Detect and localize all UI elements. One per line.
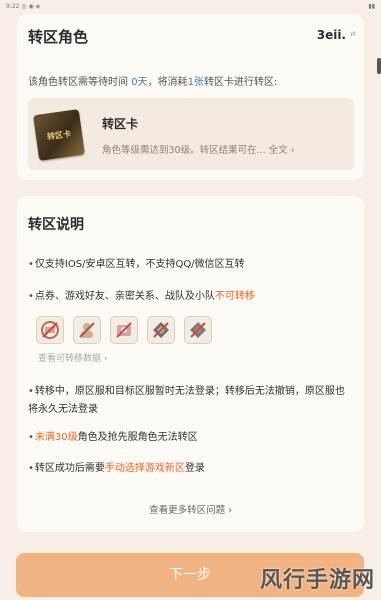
more-questions-link[interactable]: 查看更多转区问题 › — [17, 502, 364, 516]
transfer-notice: 该角色转区需等待时间 0天，将消耗1张转区卡进行转区: — [28, 73, 277, 88]
relation-icon — [110, 316, 138, 344]
rule-highlight: 手动选择游戏新区 — [104, 463, 185, 474]
notice-text: 该角色转区需等待时间 — [28, 77, 132, 88]
item-description[interactable]: 角色等级需达到30级。转区结果可在... 全文 › — [102, 142, 295, 156]
view-transferable-data-link[interactable]: 查看可转移数据 › — [38, 351, 107, 364]
rule-item: •未满30级角色及抢先服角色无法转区 — [28, 429, 353, 447]
rule-text: 登录 — [184, 463, 205, 474]
notice-text: 转区卡进行转区: — [203, 77, 278, 88]
transfer-role-card: 转区角色 3eii. ⇄ 该角色转区需等待时间 0天，将消耗1张转区卡进行转区:… — [17, 14, 364, 180]
status-right: ▮▮ — [368, 3, 375, 10]
transfer-card-image: 转区卡 — [33, 109, 85, 161]
coupon-icon — [36, 316, 64, 344]
rule-item: •点券、游戏好友、亲密关系、战队及小队不可转移 — [28, 288, 353, 306]
rule-item: •仅支持IOS/安卓区互转，不支持QQ/微信区互转 — [28, 256, 353, 274]
transfer-card-item[interactable]: 转区卡 转区卡 角色等级需达到30级。转区结果可在... 全文 › — [28, 98, 354, 170]
card-title: 转区角色 — [28, 28, 89, 46]
notice-days: 0天 — [131, 77, 148, 88]
rule-item: •转区成功后需要手动选择游戏新区登录 — [28, 460, 353, 478]
side-handle[interactable] — [377, 58, 381, 74]
transfer-card-image-label: 转区卡 — [46, 128, 72, 142]
notice-count: 1张 — [187, 77, 204, 88]
bullet: • — [28, 463, 34, 474]
status-bar: 9:22 ◎ ◉ ◈ ▮▮ — [0, 0, 381, 12]
status-left: 9:22 ◎ ◉ ◈ — [6, 3, 41, 10]
rule-text: 转移中，原区服和目标区服暂时无法登录；转移后无法撤销，原区服也将永久无法登录 — [28, 386, 345, 415]
transfer-instructions-card: 转区说明 •仅支持IOS/安卓区互转，不支持QQ/微信区互转 •点券、游戏好友、… — [17, 196, 364, 532]
bullet: • — [28, 291, 34, 302]
item-name: 转区卡 — [102, 117, 139, 131]
squad-icon — [184, 316, 212, 344]
watermark-logo: 风行手游网 — [259, 568, 375, 593]
non-transferable-icons — [36, 316, 212, 344]
bullet: • — [28, 386, 34, 397]
rule-text: 转区成功后需要 — [34, 463, 105, 474]
rule-highlight: 未满30级 — [34, 432, 78, 443]
bullet: • — [28, 259, 34, 270]
notice-text: ，将消耗 — [147, 77, 188, 88]
switch-icon[interactable]: ⇄ — [350, 30, 356, 38]
friend-icon — [73, 316, 101, 344]
rule-text: 角色及抢先服角色无法转区 — [77, 432, 198, 443]
bullet: • — [28, 432, 34, 443]
rule-text: 仅支持IOS/安卓区互转，不支持QQ/微信区互转 — [34, 259, 245, 270]
instructions-title: 转区说明 — [28, 217, 84, 233]
rule-item: •转移中，原区服和目标区服暂时无法登录；转移后无法撤销，原区服也将永久无法登录 — [28, 383, 353, 419]
rule-text: 点券、游戏好友、亲密关系、战队及小队 — [34, 291, 215, 302]
team-icon — [147, 316, 175, 344]
character-name[interactable]: 3eii. — [317, 28, 346, 42]
rule-highlight: 不可转移 — [214, 291, 255, 302]
